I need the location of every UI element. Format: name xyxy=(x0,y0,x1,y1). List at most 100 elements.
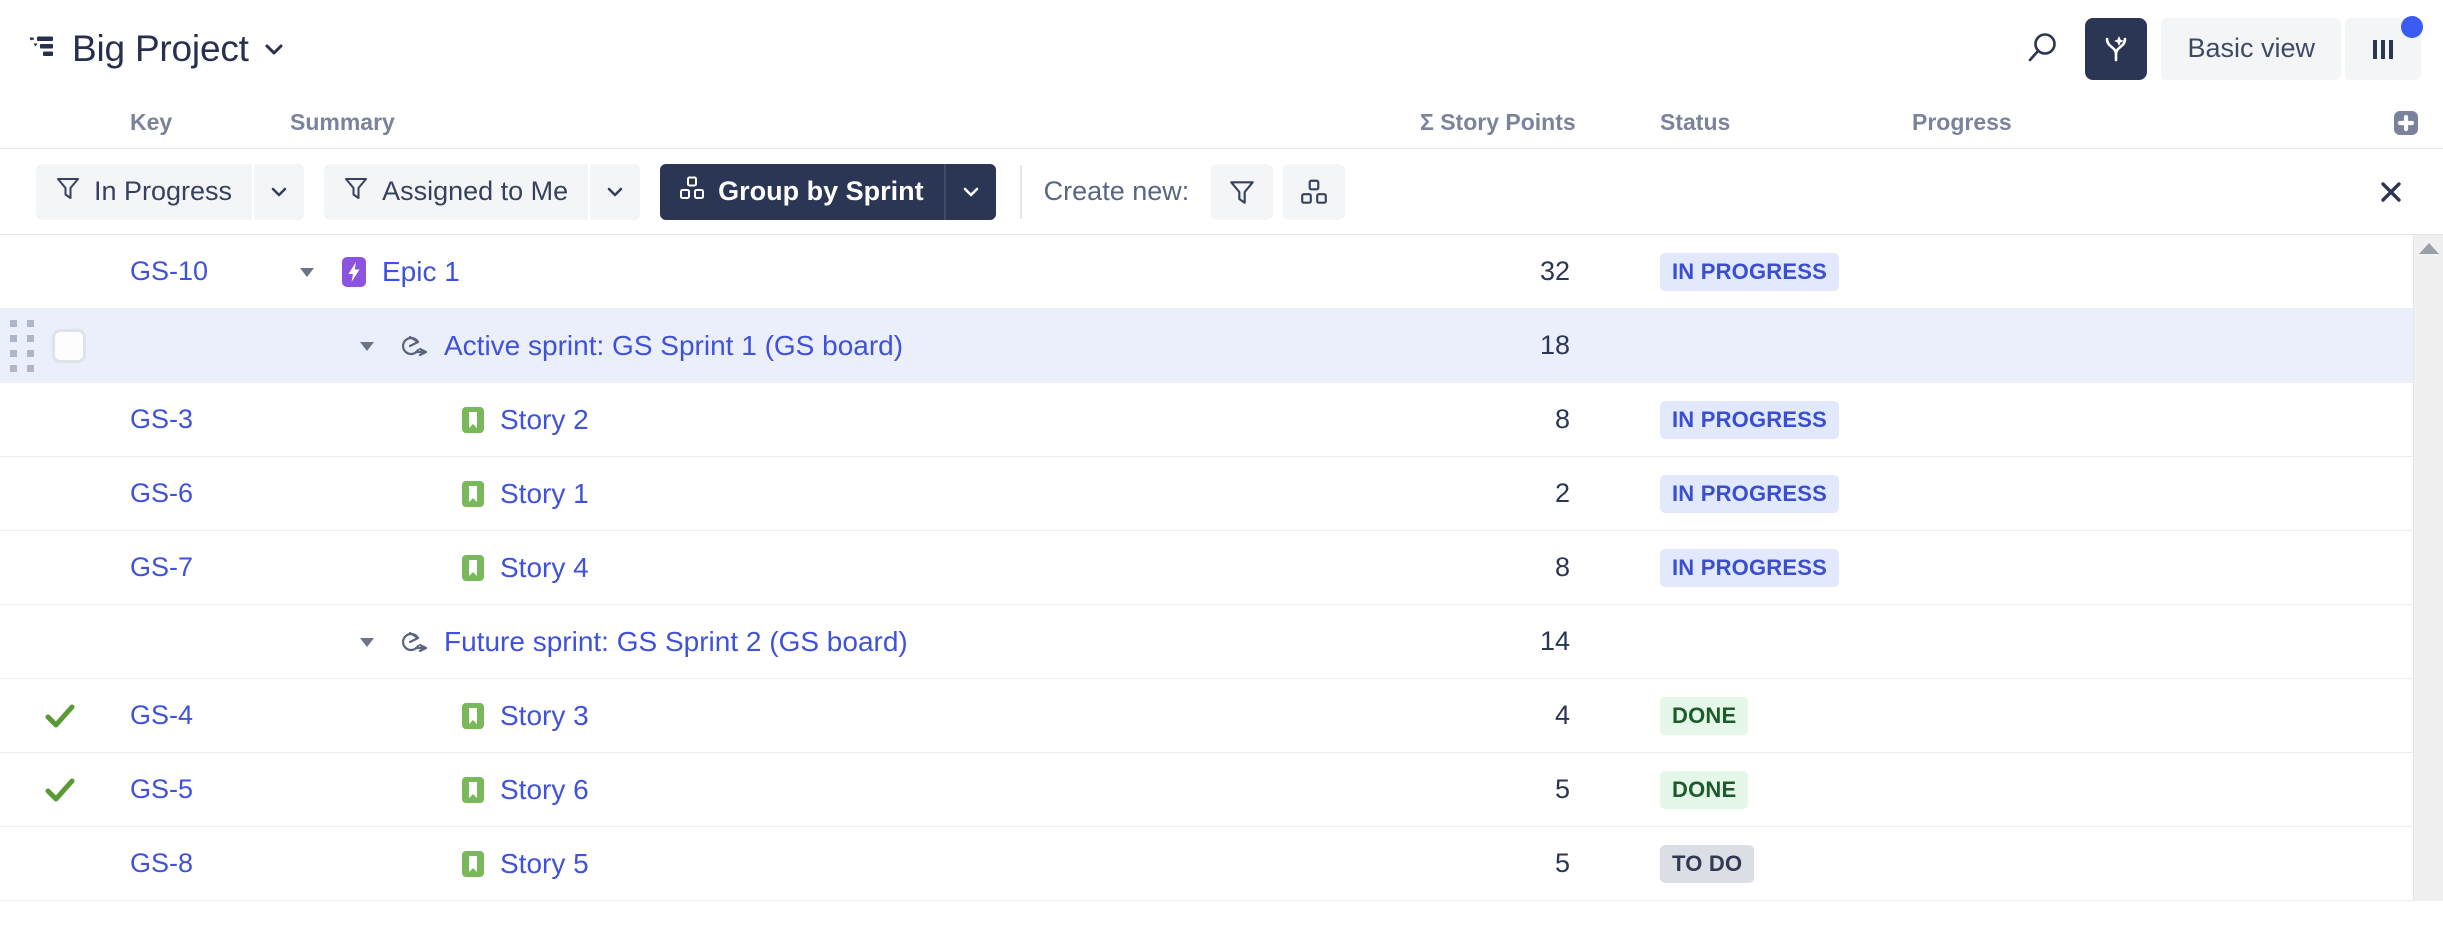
filter-dropdown-in-progress[interactable] xyxy=(252,163,305,220)
row-story-points-cell[interactable]: 8 xyxy=(1420,404,1630,435)
table-row[interactable]: GS-4 Story 3 4 DONE xyxy=(0,679,2443,753)
row-checkbox[interactable] xyxy=(52,328,86,363)
story-icon xyxy=(458,405,488,435)
issue-summary-link[interactable]: Future sprint: GS Sprint 2 (GS board) xyxy=(444,626,908,658)
toolbar-divider xyxy=(1019,164,1022,219)
add-column-button[interactable] xyxy=(2391,108,2421,138)
columns-button[interactable] xyxy=(2345,15,2423,80)
structure-icon xyxy=(28,32,62,66)
issue-summary-link[interactable]: Epic 1 xyxy=(382,256,460,288)
status-badge[interactable]: TO DO xyxy=(1660,844,1755,883)
status-badge[interactable]: DONE xyxy=(1660,770,1749,809)
table-row[interactable]: GS-5 Story 6 5 DONE xyxy=(0,753,2443,827)
issue-table-body: GS-10 Epic 1 32 IN PROGRESS Active sprint: G… xyxy=(0,235,2443,901)
row-expand-toggle[interactable] xyxy=(350,625,384,659)
done-checkmark-icon xyxy=(42,698,78,734)
row-summary-cell: Story 2 xyxy=(270,404,1420,436)
status-badge[interactable]: IN PROGRESS xyxy=(1660,400,1840,439)
column-header-key[interactable]: Key xyxy=(120,109,270,136)
group-icon xyxy=(678,174,706,209)
chevron-down-icon xyxy=(271,187,287,196)
row-story-points-cell[interactable]: 2 xyxy=(1420,478,1630,509)
story-points-value: 8 xyxy=(1554,404,1570,434)
create-filter-button[interactable] xyxy=(1211,163,1274,220)
project-title-menu[interactable]: Big Project xyxy=(28,28,287,70)
row-status-cell[interactable]: DONE xyxy=(1630,696,1890,735)
story-icon xyxy=(458,553,488,583)
table-row[interactable]: GS-6 Story 1 2 IN PROGRESS xyxy=(0,457,2443,531)
table-row[interactable]: GS-10 Epic 1 32 IN PROGRESS xyxy=(0,235,2443,309)
table-row[interactable]: GS-7 Story 4 8 IN PROGRESS xyxy=(0,531,2443,605)
row-story-points-cell[interactable]: 32 xyxy=(1420,256,1630,287)
notification-dot xyxy=(2401,15,2423,38)
row-status-cell[interactable]: TO DO xyxy=(1630,844,1890,883)
filter-label-group-by-sprint: Group by Sprint xyxy=(718,176,924,206)
filter-dropdown-assigned-to-me[interactable] xyxy=(588,163,641,220)
row-story-points-cell[interactable]: 8 xyxy=(1420,552,1630,583)
issue-summary-link[interactable]: Story 6 xyxy=(500,774,589,806)
row-expand-toggle[interactable] xyxy=(350,329,384,363)
group-icon xyxy=(1301,179,1328,204)
filter-dropdown-group-by-sprint[interactable] xyxy=(943,163,996,220)
column-header-points[interactable]: Σ Story Points xyxy=(1420,109,1630,136)
column-header-progress[interactable]: Progress xyxy=(1890,109,2092,136)
issue-summary-link[interactable]: Story 2 xyxy=(500,404,589,436)
status-badge[interactable]: IN PROGRESS xyxy=(1660,474,1840,513)
issue-key-link[interactable]: GS-7 xyxy=(130,552,193,583)
story-icon xyxy=(458,775,488,805)
issue-summary-link[interactable]: Active sprint: GS Sprint 1 (GS board) xyxy=(444,330,903,362)
issue-key-link[interactable]: GS-3 xyxy=(130,404,193,435)
filter-icon xyxy=(342,174,370,209)
row-status-cell[interactable]: IN PROGRESS xyxy=(1630,252,1890,291)
issue-key-link[interactable]: GS-4 xyxy=(130,700,193,731)
table-row[interactable]: Active sprint: GS Sprint 1 (GS board) 18 xyxy=(0,309,2443,383)
table-row[interactable]: GS-3 Story 2 8 IN PROGRESS xyxy=(0,383,2443,457)
row-story-points-cell[interactable]: 18 xyxy=(1420,330,1630,361)
issue-key-link[interactable]: GS-10 xyxy=(130,256,208,287)
table-row[interactable]: GS-8 Story 5 5 TO DO xyxy=(0,827,2443,901)
chevron-down-icon xyxy=(607,187,623,196)
table-row[interactable]: Future sprint: GS Sprint 2 (GS board) 14 xyxy=(0,605,2443,679)
issue-key-link[interactable]: GS-8 xyxy=(130,848,193,879)
issue-summary-link[interactable]: Story 5 xyxy=(500,848,589,880)
filter-button-group-by-sprint[interactable]: Group by Sprint xyxy=(660,163,944,220)
issue-key-link[interactable]: GS-5 xyxy=(130,774,193,805)
issue-key-link[interactable]: GS-6 xyxy=(130,478,193,509)
issue-summary-link[interactable]: Story 1 xyxy=(500,478,589,510)
row-status-cell[interactable]: DONE xyxy=(1630,770,1890,809)
issue-summary-link[interactable]: Story 4 xyxy=(500,552,589,584)
chevron-down-icon[interactable] xyxy=(261,36,287,62)
drag-handle[interactable] xyxy=(10,319,34,372)
row-story-points-cell[interactable]: 14 xyxy=(1420,626,1630,657)
status-badge[interactable]: IN PROGRESS xyxy=(1660,252,1840,291)
chevron-down-icon xyxy=(300,267,314,277)
row-story-points-cell[interactable]: 5 xyxy=(1420,848,1630,879)
filter-button-assigned-to-me[interactable]: Assigned to Me xyxy=(324,163,589,220)
row-status-cell[interactable]: IN PROGRESS xyxy=(1630,474,1890,513)
epic-icon xyxy=(338,256,370,288)
row-status-cell[interactable]: IN PROGRESS xyxy=(1630,548,1890,587)
row-progress-cell xyxy=(1890,557,1992,579)
row-summary-cell: Story 4 xyxy=(270,552,1420,584)
column-header-status[interactable]: Status xyxy=(1630,109,1890,136)
vertical-scrollbar[interactable] xyxy=(2413,235,2443,901)
filter-button-in-progress[interactable]: In Progress xyxy=(36,163,253,220)
row-expand-toggle[interactable] xyxy=(290,255,324,289)
row-status-cell[interactable]: IN PROGRESS xyxy=(1630,400,1890,439)
ai-branch-button[interactable] xyxy=(2085,17,2148,80)
create-group-button[interactable] xyxy=(1283,163,1346,220)
view-switch-button[interactable]: Basic view xyxy=(2161,17,2341,80)
columns-icon xyxy=(2373,39,2393,59)
close-toolbar-button[interactable] xyxy=(2369,170,2413,214)
story-points-value: 32 xyxy=(1539,256,1570,286)
story-icon xyxy=(462,850,484,877)
scroll-up-arrow-icon[interactable] xyxy=(2418,243,2439,254)
status-badge[interactable]: IN PROGRESS xyxy=(1660,548,1840,587)
status-badge[interactable]: DONE xyxy=(1660,696,1749,735)
column-header-summary[interactable]: Summary xyxy=(270,109,1420,136)
row-story-points-cell[interactable]: 5 xyxy=(1420,774,1630,805)
row-story-points-cell[interactable]: 4 xyxy=(1420,700,1630,731)
search-button[interactable] xyxy=(2013,20,2071,78)
create-new-label: Create new: xyxy=(1043,176,1190,206)
issue-summary-link[interactable]: Story 3 xyxy=(500,700,589,732)
